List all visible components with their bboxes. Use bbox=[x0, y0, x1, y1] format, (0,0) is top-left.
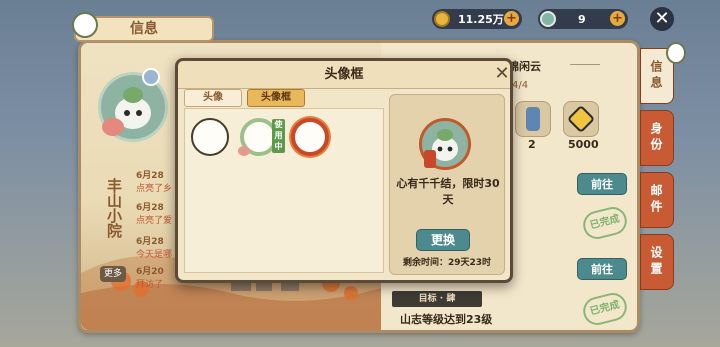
frame-description: 心有千千结，限时30天 bbox=[396, 177, 500, 206]
frame-option-plain[interactable] bbox=[191, 118, 229, 156]
tab-avatar[interactable]: 头像 bbox=[184, 89, 242, 107]
frame-option-knot[interactable] bbox=[291, 118, 329, 156]
knot-tassel-icon bbox=[424, 150, 436, 168]
close-icon[interactable]: ✕ bbox=[493, 65, 511, 83]
flower-decoration-icon bbox=[238, 146, 250, 156]
in-use-tag: 使用中 bbox=[272, 119, 285, 153]
tab-avatar-frame[interactable]: 头像框 bbox=[247, 89, 305, 107]
change-frame-button[interactable]: 更换 bbox=[416, 229, 470, 251]
remaining-time: 剩余时间：29天23时 bbox=[402, 258, 492, 268]
dialog-title: 头像框 bbox=[178, 61, 510, 89]
